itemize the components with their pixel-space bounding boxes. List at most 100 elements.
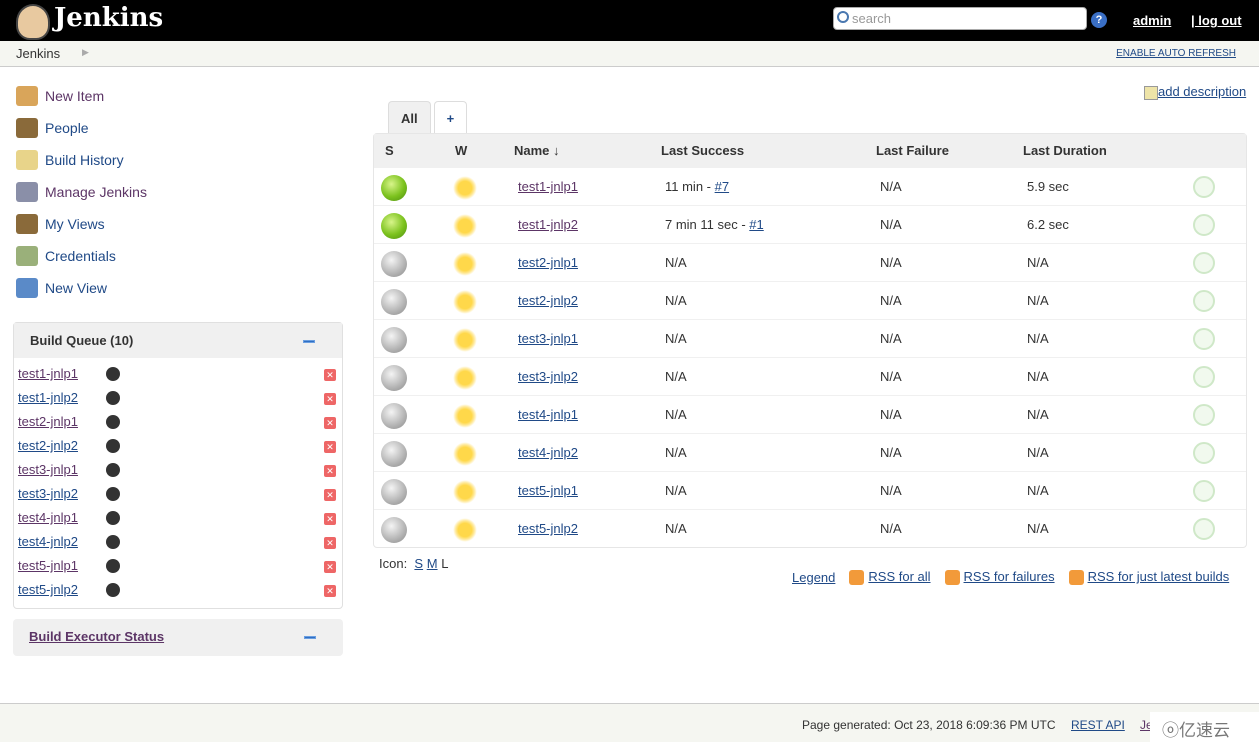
sidebar-item[interactable]: Build History	[16, 150, 124, 170]
search-input[interactable]: search	[833, 7, 1087, 30]
queue-item-link[interactable]: test2-jnlp1	[18, 414, 78, 429]
schedule-build-icon[interactable]	[1193, 214, 1215, 236]
status-ball-icon[interactable]	[381, 517, 407, 543]
sidebar-item[interactable]: My Views	[16, 214, 105, 234]
schedule-build-icon[interactable]	[1193, 290, 1215, 312]
job-link[interactable]: test3-jnlp1	[518, 331, 578, 346]
col-weather[interactable]: W	[455, 143, 467, 158]
queue-item-link[interactable]: test2-jnlp2	[18, 438, 78, 453]
schedule-build-icon[interactable]	[1193, 442, 1215, 464]
status-ball-icon[interactable]	[381, 365, 407, 391]
queue-item-link[interactable]: test5-jnlp2	[18, 582, 78, 597]
status-ball-icon[interactable]	[381, 289, 407, 315]
job-link[interactable]: test1-jnlp1	[518, 179, 578, 194]
jenkins-logo[interactable]	[16, 4, 50, 40]
weather-sunny-icon[interactable]	[453, 518, 477, 542]
col-last-failure[interactable]: Last Failure	[876, 143, 949, 158]
status-ball-icon[interactable]	[381, 327, 407, 353]
build-number-link[interactable]: #7	[715, 179, 729, 194]
queue-item-link[interactable]: test3-jnlp1	[18, 462, 78, 477]
add-description-link[interactable]: add description	[1144, 84, 1246, 100]
status-ball-icon[interactable]	[381, 175, 407, 201]
schedule-build-icon[interactable]	[1193, 404, 1215, 426]
last-success: N/A	[665, 369, 687, 384]
enable-auto-refresh-link[interactable]: ENABLE AUTO REFRESH	[1116, 48, 1236, 59]
queue-item-link[interactable]: test5-jnlp1	[18, 558, 78, 573]
collapse-icon[interactable]	[304, 636, 316, 639]
chevron-right-icon[interactable]: ▶	[82, 47, 89, 58]
sidebar-item[interactable]: Credentials	[16, 246, 116, 266]
sidebar-item[interactable]: Manage Jenkins	[16, 182, 147, 202]
cancel-icon[interactable]: ✕	[324, 369, 336, 381]
weather-sunny-icon[interactable]	[453, 176, 477, 200]
legend-link[interactable]: Legend	[792, 570, 835, 585]
weather-sunny-icon[interactable]	[453, 328, 477, 352]
app-title[interactable]: Jenkins	[54, 3, 163, 33]
cancel-icon[interactable]: ✕	[324, 489, 336, 501]
cancel-icon[interactable]: ✕	[324, 561, 336, 573]
build-number-link[interactable]: #1	[749, 217, 763, 232]
cancel-icon[interactable]: ✕	[324, 393, 336, 405]
sidebar-item[interactable]: New Item	[16, 86, 104, 106]
weather-sunny-icon[interactable]	[453, 214, 477, 238]
cancel-icon[interactable]: ✕	[324, 537, 336, 549]
weather-sunny-icon[interactable]	[453, 252, 477, 276]
status-ball-icon[interactable]	[381, 479, 407, 505]
queue-item-link[interactable]: test4-jnlp1	[18, 510, 78, 525]
sidebar-item[interactable]: New View	[16, 278, 107, 298]
rss-latest-link[interactable]: RSS for just latest builds	[1088, 569, 1230, 584]
job-link[interactable]: test4-jnlp1	[518, 407, 578, 422]
icon-size-small[interactable]: S	[414, 556, 423, 571]
weather-sunny-icon[interactable]	[453, 442, 477, 466]
clock-icon	[106, 511, 120, 525]
col-status[interactable]: S	[385, 143, 394, 158]
help-icon[interactable]: ?	[1091, 12, 1107, 28]
status-ball-icon[interactable]	[381, 213, 407, 239]
job-link[interactable]: test3-jnlp2	[518, 369, 578, 384]
queue-item-link[interactable]: test1-jnlp2	[18, 390, 78, 405]
schedule-build-icon[interactable]	[1193, 252, 1215, 274]
rss-failures-link[interactable]: RSS for failures	[964, 569, 1055, 584]
cancel-icon[interactable]: ✕	[324, 417, 336, 429]
cancel-icon[interactable]: ✕	[324, 441, 336, 453]
schedule-build-icon[interactable]	[1193, 176, 1215, 198]
weather-sunny-icon[interactable]	[453, 480, 477, 504]
schedule-build-icon[interactable]	[1193, 518, 1215, 540]
cancel-icon[interactable]: ✕	[324, 465, 336, 477]
job-link[interactable]: test2-jnlp1	[518, 255, 578, 270]
job-link[interactable]: test5-jnlp1	[518, 483, 578, 498]
queue-item-link[interactable]: test4-jnlp2	[18, 534, 78, 549]
tab-new-view[interactable]: +	[433, 101, 468, 133]
rss-all-link[interactable]: RSS for all	[868, 569, 930, 584]
cancel-icon[interactable]: ✕	[324, 513, 336, 525]
job-link[interactable]: test4-jnlp2	[518, 445, 578, 460]
status-ball-icon[interactable]	[381, 441, 407, 467]
rest-api-link[interactable]: REST API	[1071, 718, 1125, 732]
job-link[interactable]: test2-jnlp2	[518, 293, 578, 308]
tab-all[interactable]: All	[388, 101, 431, 133]
queue-item-link[interactable]: test3-jnlp2	[18, 486, 78, 501]
col-name[interactable]: Name ↓	[514, 143, 560, 158]
weather-sunny-icon[interactable]	[453, 404, 477, 428]
icon-size-medium[interactable]: M	[427, 556, 438, 571]
weather-sunny-icon[interactable]	[453, 366, 477, 390]
weather-sunny-icon[interactable]	[453, 290, 477, 314]
user-link[interactable]: admin	[1133, 13, 1171, 28]
queue-item-link[interactable]: test1-jnlp1	[18, 366, 78, 381]
schedule-build-icon[interactable]	[1193, 480, 1215, 502]
col-last-success[interactable]: Last Success	[661, 143, 744, 158]
status-ball-icon[interactable]	[381, 251, 407, 277]
sidebar-item[interactable]: People	[16, 118, 89, 138]
collapse-icon[interactable]	[303, 340, 315, 343]
logout-link[interactable]: | log out	[1191, 13, 1242, 28]
schedule-build-icon[interactable]	[1193, 328, 1215, 350]
schedule-build-icon[interactable]	[1193, 366, 1215, 388]
table-row: test2-jnlp2 N/A N/A N/A	[374, 281, 1246, 319]
col-last-duration[interactable]: Last Duration	[1023, 143, 1107, 158]
status-ball-icon[interactable]	[381, 403, 407, 429]
job-link[interactable]: test5-jnlp2	[518, 521, 578, 536]
job-link[interactable]: test1-jnlp2	[518, 217, 578, 232]
cancel-icon[interactable]: ✕	[324, 585, 336, 597]
build-executor-status-link[interactable]: Build Executor Status	[29, 629, 164, 644]
breadcrumb-jenkins[interactable]: Jenkins	[16, 46, 60, 61]
